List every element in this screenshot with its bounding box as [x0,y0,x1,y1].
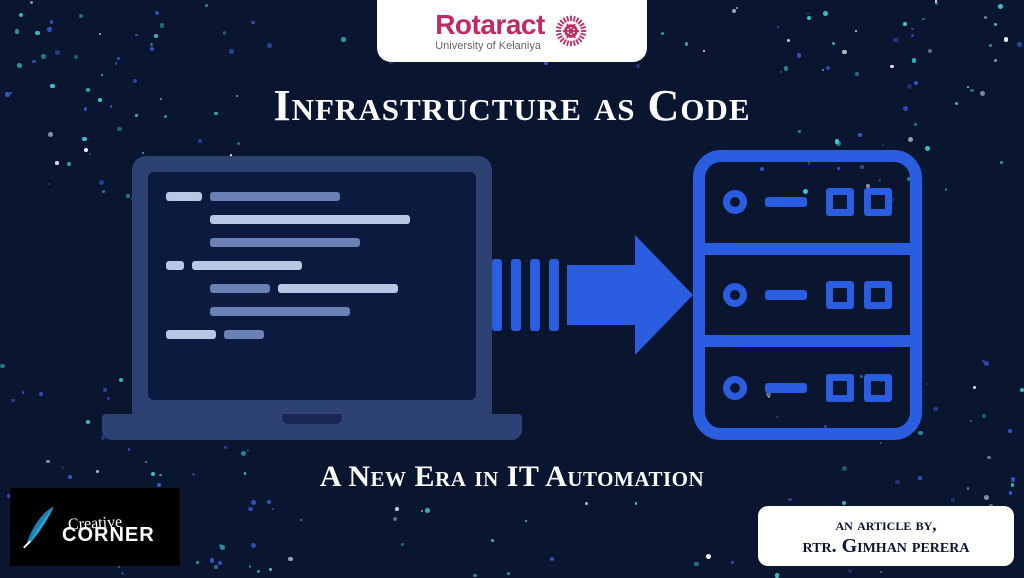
code-screen [148,172,476,400]
brand-name: Rotaract [435,11,545,39]
brand-logo-text: Rotaract University of Kelaniya [435,11,545,52]
rotary-gear-icon [553,13,589,49]
creative-corner-badge: Creative CORNER [10,488,180,566]
byline-author: rtr. Gimhan perera [803,535,970,558]
transfer-arrow-icon [492,235,693,355]
brand-subtitle: University of Kelaniya [435,41,541,52]
page-title: Infrastructure as Code [0,80,1024,131]
author-byline-card: an article by, rtr. Gimhan perera [758,506,1014,566]
server-rack-icon [693,150,922,440]
laptop-icon [102,150,502,440]
hero-illustration [102,140,922,450]
feather-quill-icon [20,505,58,549]
byline-prefix: an article by, [835,515,936,535]
brand-logo-card: Rotaract University of Kelaniya [377,0,647,62]
